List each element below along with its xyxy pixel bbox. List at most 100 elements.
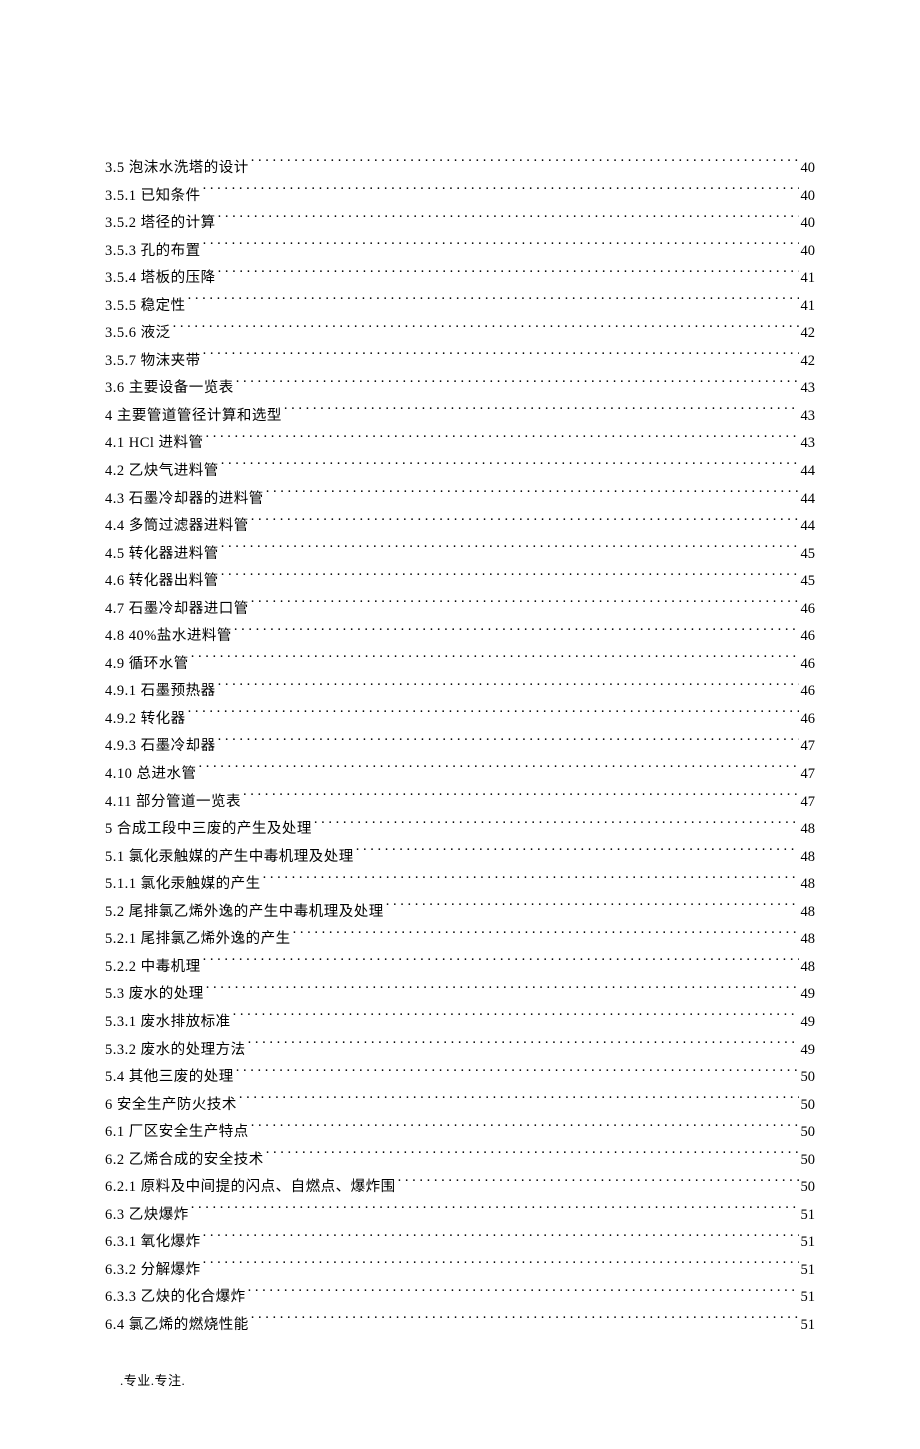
toc-entry-label: 3.5.6 液泛: [105, 320, 171, 348]
toc-leader-dots: [203, 1259, 799, 1274]
toc-leader-dots: [234, 626, 799, 641]
toc-entry-page: 47: [801, 733, 816, 761]
toc-leader-dots: [314, 819, 799, 834]
toc-leader-dots: [203, 240, 799, 255]
toc-entry-page: 51: [801, 1284, 816, 1312]
toc-entry-page: 40: [801, 238, 816, 266]
toc-entry-page: 48: [801, 926, 816, 954]
toc-leader-dots: [356, 846, 799, 861]
toc-leader-dots: [218, 268, 799, 283]
document-page: 3.5 泡沫水洗塔的设计403.5.1 已知条件403.5.2 塔径的计算403…: [0, 0, 920, 1449]
toc-entry-label: 4.10 总进水管: [105, 761, 197, 789]
toc-leader-dots: [206, 433, 799, 448]
toc-entry: 4.2 乙炔气进料管44: [105, 458, 815, 486]
toc-entry: 4.9.1 石墨预热器 46: [105, 678, 815, 706]
toc-entry-page: 48: [801, 954, 816, 982]
toc-entry: 6.3.3 乙炔的化合爆炸 51: [105, 1284, 815, 1312]
toc-leader-dots: [251, 598, 799, 613]
toc-entry-label: 3.5.3 孔的布置: [105, 238, 201, 266]
toc-entry-page: 48: [801, 844, 816, 872]
toc-entry-label: 6.3 乙炔爆炸: [105, 1202, 189, 1230]
toc-entry-label: 4.1 HCl 进料管: [105, 430, 204, 458]
toc-entry-label: 3.5.1 已知条件: [105, 183, 201, 211]
toc-entry-page: 47: [801, 789, 816, 817]
toc-leader-dots: [191, 1204, 799, 1219]
toc-entry-label: 5.3.2 废水的处理方法: [105, 1037, 246, 1065]
toc-entry-label: 4.2 乙炔气进料管: [105, 458, 219, 486]
toc-entry-page: 42: [801, 348, 816, 376]
toc-entry-page: 46: [801, 706, 816, 734]
toc-entry-label: 4.9.3 石墨冷却器: [105, 733, 216, 761]
toc-leader-dots: [248, 1287, 799, 1302]
toc-leader-dots: [263, 874, 799, 889]
toc-entry-page: 50: [801, 1092, 816, 1120]
toc-entry: 5.3.1 废水排放标准49: [105, 1009, 815, 1037]
toc-leader-dots: [221, 571, 799, 586]
toc-leader-dots: [284, 405, 799, 420]
toc-entry: 6.2.1 原料及中间提的闪点、自燃点、爆炸围50: [105, 1174, 815, 1202]
toc-leader-dots: [203, 1232, 799, 1247]
toc-entry: 5.2 尾排氯乙烯外逸的产生中毒机理及处理48: [105, 899, 815, 927]
toc-leader-dots: [293, 929, 799, 944]
toc-leader-dots: [203, 350, 799, 365]
toc-leader-dots: [218, 213, 799, 228]
toc-entry-page: 46: [801, 596, 816, 624]
toc-leader-dots: [173, 323, 799, 338]
toc-entry: 3.5 泡沫水洗塔的设计40: [105, 155, 815, 183]
toc-entry-label: 6.1 厂区安全生产特点: [105, 1119, 249, 1147]
toc-entry-label: 5.1 氯化汞触媒的产生中毒机理及处理: [105, 844, 354, 872]
toc-leader-dots: [236, 378, 799, 393]
toc-entry: 5 合成工段中三废的产生及处理 48: [105, 816, 815, 844]
toc-entry-page: 50: [801, 1119, 816, 1147]
toc-entry-page: 50: [801, 1174, 816, 1202]
toc-entry: 4.1 HCl 进料管 43: [105, 430, 815, 458]
toc-entry-label: 4.6 转化器出料管: [105, 568, 219, 596]
toc-entry-label: 6.3.2 分解爆炸: [105, 1257, 201, 1285]
toc-entry-page: 46: [801, 678, 816, 706]
toc-entry: 3.5.6 液泛 42: [105, 320, 815, 348]
toc-entry: 6.3.2 分解爆炸51: [105, 1257, 815, 1285]
toc-leader-dots: [218, 736, 799, 751]
toc-entry-label: 6.4 氯乙烯的燃烧性能: [105, 1312, 249, 1340]
toc-entry: 5.4 其他三废的处理50: [105, 1064, 815, 1092]
toc-entry-page: 46: [801, 651, 816, 679]
toc-entry: 3.5.5 稳定性41: [105, 293, 815, 321]
toc-entry-label: 3.5.2 塔径的计算: [105, 210, 216, 238]
toc-entry: 5.2.1 尾排氯乙烯外逸的产生48: [105, 926, 815, 954]
toc-entry-label: 3.5 泡沫水洗塔的设计: [105, 155, 249, 183]
toc-entry: 6.4 氯乙烯的燃烧性能51: [105, 1312, 815, 1340]
toc-leader-dots: [266, 488, 799, 503]
toc-leader-dots: [191, 653, 799, 668]
toc-entry-label: 3.5.5 稳定性: [105, 293, 186, 321]
toc-entry-label: 4.5 转化器进料管: [105, 541, 219, 569]
toc-entry-label: 4.9.2 转化器: [105, 706, 186, 734]
toc-entry: 4.10 总进水管47: [105, 761, 815, 789]
toc-entry-page: 45: [801, 568, 816, 596]
toc-entry-page: 42: [801, 320, 816, 348]
toc-leader-dots: [251, 158, 799, 173]
toc-entry-page: 48: [801, 816, 816, 844]
toc-entry-page: 40: [801, 183, 816, 211]
toc-entry-page: 43: [801, 430, 816, 458]
toc-leader-dots: [236, 1067, 799, 1082]
toc-entry: 6.3.1 氧化爆炸51: [105, 1229, 815, 1257]
toc-leader-dots: [251, 1314, 799, 1329]
toc-entry-label: 3.5.7 物沫夹带: [105, 348, 201, 376]
toc-leader-dots: [239, 1094, 799, 1109]
toc-entry: 4.9 循环水管46: [105, 651, 815, 679]
toc-entry-label: 6.3.3 乙炔的化合爆炸: [105, 1284, 246, 1312]
toc-entry-label: 4.9.1 石墨预热器: [105, 678, 216, 706]
toc-entry-page: 46: [801, 623, 816, 651]
toc-entry: 4.8 40%盐水进料管46: [105, 623, 815, 651]
toc-leader-dots: [221, 461, 799, 476]
toc-entry-label: 4.3 石墨冷却器的进料管: [105, 486, 264, 514]
toc-leader-dots: [243, 791, 799, 806]
toc-entry-label: 5 合成工段中三废的产生及处理: [105, 816, 312, 844]
toc-leader-dots: [203, 956, 799, 971]
toc-entry-label: 4.4 多筒过滤器进料管: [105, 513, 249, 541]
toc-entry: 3.5.2 塔径的计算40: [105, 210, 815, 238]
toc-entry-page: 50: [801, 1147, 816, 1175]
toc-entry: 4.11 部分管道一览表47: [105, 789, 815, 817]
toc-entry-page: 49: [801, 1037, 816, 1065]
toc-leader-dots: [203, 185, 799, 200]
